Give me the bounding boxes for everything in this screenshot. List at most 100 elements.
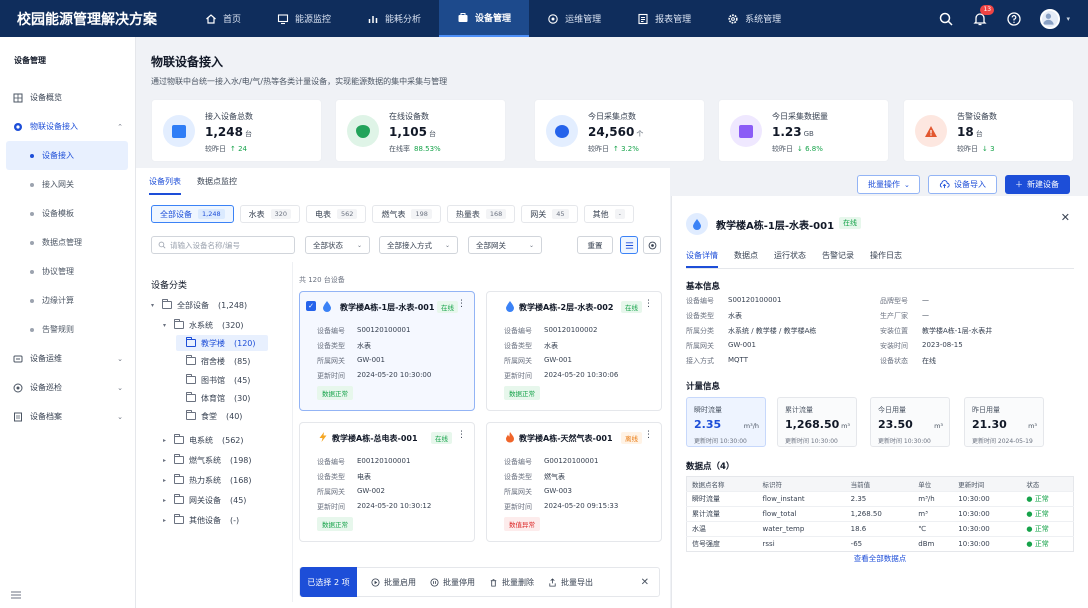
- device-card[interactable]: ✓ 教学楼A栋-1层-水表-001 在线 ⋮ 设备编号 S00120100001 …: [299, 291, 475, 411]
- home-icon: [206, 13, 216, 24]
- status-select[interactable]: 全部状态 ⌄: [305, 236, 370, 254]
- close-icon[interactable]: ✕: [641, 577, 649, 588]
- close-icon[interactable]: ✕: [1061, 211, 1070, 224]
- bulk-export-button[interactable]: 批量导出: [548, 577, 593, 588]
- table-row[interactable]: 信号强度 rssi -65 dBm 10:30:00 ● 正常: [686, 536, 1074, 552]
- sidebar-sub-label: 接入网关: [42, 180, 74, 189]
- tree-node-electric[interactable]: ▸ 电系统 (562): [163, 432, 244, 448]
- tree-node-gym[interactable]: 体育馆 (30): [186, 390, 250, 406]
- info-row: 设备状态 在线: [880, 357, 936, 365]
- sidebar-sub-alarm-rules[interactable]: 告警规则: [0, 315, 135, 344]
- iot-icon: [14, 122, 22, 131]
- sidebar-sub-template[interactable]: 设备模板: [0, 199, 135, 228]
- more-icon[interactable]: ⋮: [644, 300, 653, 309]
- chevron-down-icon[interactable]: ▾: [1066, 15, 1070, 23]
- list-view-icon[interactable]: [620, 236, 638, 254]
- tree-node-teaching[interactable]: 教学楼 (120): [176, 335, 268, 351]
- chip-heat[interactable]: 热量表 168: [446, 205, 516, 223]
- stat-value: 18 台: [957, 125, 983, 139]
- card-gateway: 所属网关 GW-001: [317, 356, 385, 365]
- bulk-action-bar: 已选择 2 项 批量启用 批量停用 批量删除 批量导出 ✕: [299, 567, 660, 597]
- device-card[interactable]: 教学楼A栋-总电表-001 在线 ⋮ 设备编号 E00120100001 设备类型…: [299, 422, 475, 542]
- nav-device-management[interactable]: 设备管理: [439, 0, 530, 37]
- tree-node-gateway[interactable]: ▸ 网关设备 (45): [163, 492, 246, 508]
- tab-datapoint-monitor[interactable]: 数据点监控: [197, 168, 237, 195]
- tab-operation-log[interactable]: 操作日志: [870, 250, 902, 268]
- bulk-enable-button[interactable]: 批量启用: [371, 577, 416, 588]
- chip-water[interactable]: 水表 320: [239, 205, 301, 223]
- chip-electric[interactable]: 电表 562: [306, 205, 367, 223]
- sidebar-item-archive[interactable]: 设备档案 ⌄: [0, 402, 135, 431]
- nav-ops-management[interactable]: 运维管理: [529, 0, 619, 37]
- table-row[interactable]: 水温 water_temp 18.6 ℃ 10:30:00 ● 正常: [686, 521, 1074, 537]
- stat-card-online: 在线设备数 1,105 台 在线率 88.53%: [335, 99, 506, 162]
- tree-node-root[interactable]: ▾ 全部设备 (1,248): [151, 297, 247, 313]
- tree-node-gas[interactable]: ▸ 燃气系统 (198): [163, 452, 252, 468]
- bulk-disable-button[interactable]: 批量停用: [430, 577, 475, 588]
- bulk-delete-button[interactable]: 批量删除: [489, 577, 534, 588]
- table-row[interactable]: 瞬时流量 flow_instant 2.35 m³/h 10:30:00 ● 正常: [686, 491, 1074, 507]
- chevron-down-icon: ⌄: [117, 354, 123, 363]
- nav-energy-monitor[interactable]: 能源监控: [259, 0, 349, 37]
- sidebar-sub-protocol[interactable]: 协议管理: [0, 257, 135, 286]
- chip-gas[interactable]: 燃气表 198: [372, 205, 441, 223]
- tree-node-canteen[interactable]: 食堂 (40): [186, 408, 242, 424]
- chip-other[interactable]: 其他 -: [583, 205, 634, 223]
- nav-system-management[interactable]: 系统管理: [709, 0, 799, 37]
- nav-energy-analysis[interactable]: 能耗分析: [349, 0, 439, 37]
- chevron-right-icon: ▸: [163, 476, 167, 484]
- sidebar-sub-datapoint[interactable]: 数据点管理: [0, 228, 135, 257]
- tree-node-other[interactable]: ▸ 其他设备 (-): [163, 512, 239, 528]
- sidebar-sub-edge[interactable]: 边缘计算: [0, 286, 135, 315]
- tab-alarm-records[interactable]: 告警记录: [822, 250, 854, 268]
- chip-gateway[interactable]: 网关 45: [521, 205, 578, 223]
- tab-datapoints[interactable]: 数据点: [734, 250, 758, 268]
- device-card[interactable]: 教学楼A栋-2层-水表-002 在线 ⋮ 设备编号 S00120100002 设备…: [486, 291, 662, 411]
- sidebar-sub-device-access[interactable]: 设备接入: [6, 141, 128, 170]
- gateway-select[interactable]: 全部网关 ⌄: [468, 236, 542, 254]
- nav-home[interactable]: 首页: [187, 0, 259, 37]
- nav-report-management[interactable]: 报表管理: [619, 0, 709, 37]
- more-icon[interactable]: ⋮: [644, 431, 653, 440]
- checkbox-checked-icon[interactable]: ✓: [306, 301, 316, 311]
- sidebar-sub-label: 设备模板: [42, 209, 74, 218]
- chip-all[interactable]: 全部设备 1,248: [151, 205, 234, 223]
- access-method-select[interactable]: 全部接入方式 ⌄: [379, 236, 458, 254]
- tab-running-status[interactable]: 运行状态: [774, 250, 806, 268]
- batch-operation-button[interactable]: 批量操作 ⌄: [857, 175, 920, 194]
- view-all-datapoints-link[interactable]: 查看全部数据点: [686, 553, 1074, 564]
- search-icon[interactable]: [938, 11, 954, 27]
- sidebar-sub-label: 边缘计算: [42, 296, 74, 305]
- sidebar-item-inspect[interactable]: 设备巡检 ⌄: [0, 373, 135, 402]
- card-title: 教学楼A栋-1层-水表-001: [340, 303, 435, 312]
- card-code: 设备编号 S00120100001: [317, 326, 411, 335]
- sidebar-item-ops[interactable]: 设备运维 ⌄: [0, 344, 135, 373]
- help-icon[interactable]: [1006, 11, 1022, 27]
- new-device-button[interactable]: ＋新建设备: [1005, 175, 1070, 194]
- device-card[interactable]: 教学楼A栋-天然气表-001 离线 ⋮ 设备编号 G00120100001 设备类…: [486, 422, 662, 542]
- tab-detail[interactable]: 设备详情: [686, 250, 718, 268]
- settings-icon[interactable]: [643, 236, 661, 254]
- tab-device-list[interactable]: 设备列表: [149, 168, 181, 195]
- sidebar-sub-gateway[interactable]: 接入网关: [0, 170, 135, 199]
- sidebar-item-overview[interactable]: 设备概览: [0, 83, 135, 112]
- folder-icon: [174, 494, 184, 504]
- card-code: 设备编号 E00120100001: [317, 457, 411, 466]
- tree-node-water[interactable]: ▾ 水系统 (320): [163, 317, 244, 333]
- reset-button[interactable]: 重置: [577, 236, 613, 254]
- bullet-icon: [30, 327, 34, 332]
- search-input[interactable]: 请输入设备名称/编号: [151, 236, 295, 254]
- sidebar-item-iot[interactable]: 物联设备接入 ⌃: [0, 112, 135, 141]
- collapse-menu-icon[interactable]: [10, 590, 22, 600]
- tree-node-dorm[interactable]: 宿舍楼 (85): [186, 353, 250, 369]
- tree-node-library[interactable]: 图书馆 (45): [186, 372, 250, 388]
- import-button[interactable]: 设备导入: [928, 175, 997, 194]
- more-icon[interactable]: ⋮: [457, 431, 466, 440]
- online-tag: 在线: [431, 432, 452, 444]
- info-row: 设备类型 水表: [686, 312, 742, 320]
- table-row[interactable]: 累计流量 flow_total 1,268.50 m³ 10:30:00 ● 正常: [686, 506, 1074, 522]
- bell-icon[interactable]: 13: [972, 4, 995, 27]
- more-icon[interactable]: ⋮: [457, 300, 466, 309]
- tree-node-heat[interactable]: ▸ 热力系统 (168): [163, 472, 252, 488]
- avatar[interactable]: [1040, 8, 1061, 29]
